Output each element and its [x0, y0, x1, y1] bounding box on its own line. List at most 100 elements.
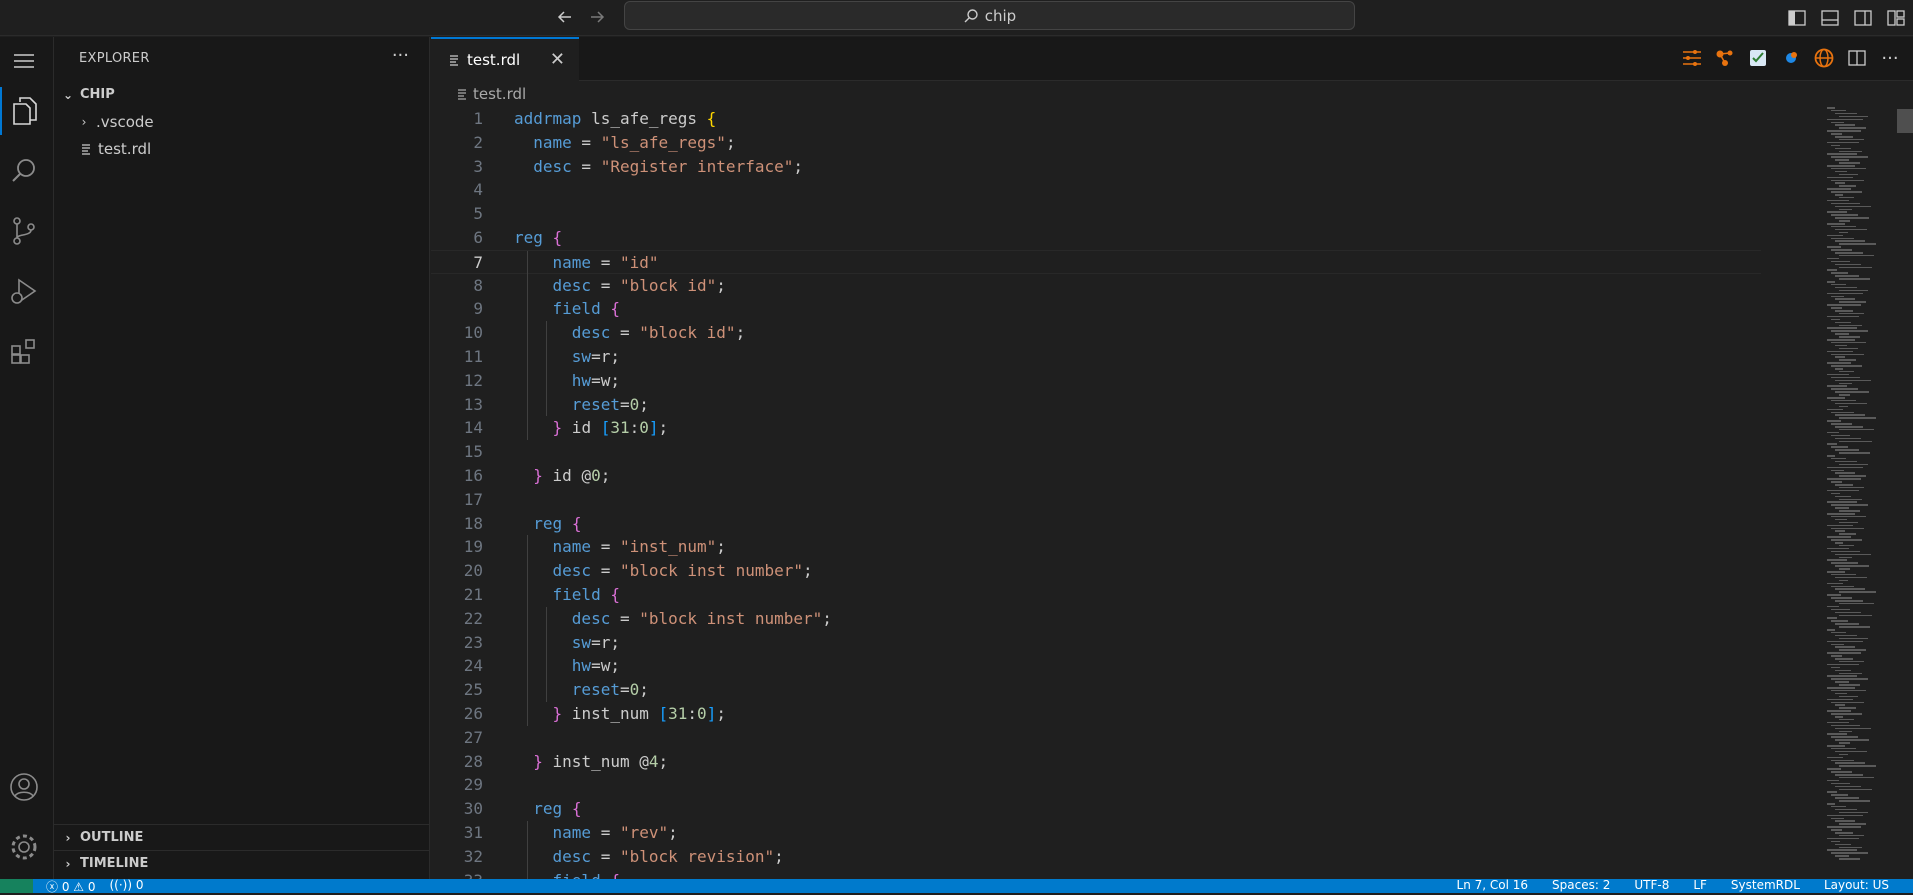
- checklist-icon[interactable]: [1745, 45, 1771, 71]
- close-tab-icon[interactable]: ✕: [550, 49, 565, 70]
- code-line[interactable]: 1 addrmap ls_afe_regs {: [431, 107, 1761, 131]
- indentation[interactable]: Spaces: 2: [1552, 878, 1610, 892]
- line-number: 28: [463, 751, 483, 771]
- code-line[interactable]: 8 desc = "block id";: [431, 273, 1761, 298]
- accounts-icon[interactable]: [0, 763, 48, 811]
- line-number: 15: [463, 442, 483, 462]
- code-line[interactable]: 19 name = "inst_num";: [431, 535, 1761, 560]
- toggle-secondary-sidebar-icon[interactable]: [1849, 4, 1876, 31]
- remote-indicator-icon[interactable]: [0, 879, 33, 893]
- more-editor-actions-icon[interactable]: ···: [1877, 45, 1903, 71]
- code-text: desc = "block inst number";: [552, 561, 813, 581]
- timeline-section[interactable]: › TIMELINE: [54, 850, 430, 876]
- code-line[interactable]: 30 reg {: [431, 797, 1761, 821]
- split-editor-icon[interactable]: [1844, 45, 1870, 71]
- command-center-search[interactable]: chip: [624, 1, 1355, 30]
- minimap-line: [1835, 600, 1863, 602]
- language-mode[interactable]: SystemRDL: [1731, 878, 1800, 892]
- tab-test-rdl[interactable]: test.rdl ✕: [431, 37, 579, 81]
- code-text: desc = "block revision";: [552, 846, 784, 866]
- code-line[interactable]: 23 sw=r;: [431, 630, 1761, 655]
- minimap-line: [1831, 341, 1866, 344]
- more-actions-icon[interactable]: ···: [392, 45, 409, 66]
- extensions-icon[interactable]: [0, 327, 48, 375]
- code-line[interactable]: 29: [431, 773, 1761, 797]
- ports-count: 0: [135, 878, 144, 892]
- code-line[interactable]: 3 desc = "Register interface";: [431, 155, 1761, 179]
- minimap-line: [1831, 202, 1860, 205]
- code-line[interactable]: 12 hw=w;: [431, 368, 1761, 393]
- globe-icon[interactable]: [1811, 45, 1837, 71]
- code-text: desc = "block id";: [552, 275, 726, 295]
- explorer-icon[interactable]: [0, 87, 48, 135]
- minimap-line: [1839, 695, 1858, 698]
- code-line[interactable]: 17: [431, 488, 1761, 512]
- code-line[interactable]: 32 desc = "block revision";: [431, 844, 1761, 869]
- minimap-line: [1827, 118, 1863, 121]
- source-control-icon[interactable]: [0, 207, 48, 255]
- code-editor[interactable]: 1 addrmap ls_afe_regs {2 name = "ls_afe_r…: [431, 107, 1761, 879]
- code-line[interactable]: 20 desc = "block inst number";: [431, 559, 1761, 583]
- code-line[interactable]: 18 reg {: [431, 512, 1761, 536]
- end-of-line[interactable]: LF: [1693, 878, 1707, 892]
- minimap-line: [1827, 826, 1861, 828]
- code-line[interactable]: 22 desc = "block inst number";: [431, 606, 1761, 631]
- code-line[interactable]: 21 field {: [431, 582, 1761, 607]
- minimap-line: [1839, 649, 1866, 651]
- search-text: chip: [984, 6, 1017, 25]
- code-line[interactable]: 15: [431, 440, 1761, 464]
- tree-item-vscode[interactable]: › .vscode: [54, 108, 430, 135]
- back-arrow-icon[interactable]: [552, 4, 578, 30]
- encoding[interactable]: UTF-8: [1634, 878, 1669, 892]
- code-line[interactable]: 28 } inst_num @4;: [431, 750, 1761, 774]
- diagram-icon[interactable]: [1712, 45, 1738, 71]
- minimap[interactable]: [1825, 107, 1885, 879]
- code-line[interactable]: 26 } inst_num [31:0];: [431, 701, 1761, 726]
- problems-status[interactable]: ⓧ 0 ⚠ 0: [46, 878, 96, 895]
- code-line[interactable]: 13 reset=0;: [431, 392, 1761, 417]
- code-line[interactable]: 11 sw=r;: [431, 344, 1761, 369]
- code-line[interactable]: 25 reset=0;: [431, 678, 1761, 702]
- code-line[interactable]: 24 hw=w;: [431, 654, 1761, 679]
- minimap-line: [1831, 388, 1858, 390]
- menu-icon[interactable]: [0, 37, 48, 85]
- line-number: 8: [473, 275, 483, 295]
- explorer-title: EXPLORER: [79, 51, 150, 66]
- settings-gear-icon[interactable]: [0, 823, 48, 871]
- customize-layout-icon[interactable]: [1882, 4, 1909, 31]
- code-line[interactable]: 2 name = "ls_afe_regs";: [431, 131, 1761, 155]
- search-activity-icon[interactable]: [0, 147, 48, 195]
- folder-chip[interactable]: ⌄ CHIP: [54, 81, 430, 108]
- code-line[interactable]: 5: [431, 202, 1761, 226]
- code-line[interactable]: 31 name = "rev";: [431, 820, 1761, 845]
- code-line[interactable]: 6 reg {: [431, 226, 1761, 250]
- minimap-line: [1831, 191, 1862, 193]
- minimap-line: [1839, 173, 1858, 176]
- line-number: 2: [473, 132, 483, 152]
- line-number: 14: [463, 418, 483, 438]
- outline-section[interactable]: › OUTLINE: [54, 824, 430, 850]
- code-line[interactable]: 9 field {: [431, 297, 1761, 322]
- tree-item-test-rdl[interactable]: test.rdl: [54, 135, 430, 162]
- settings-sliders-icon[interactable]: [1679, 45, 1705, 71]
- code-line[interactable]: 10 desc = "block id";: [431, 321, 1761, 345]
- vertical-scrollbar[interactable]: [1897, 109, 1913, 133]
- toggle-primary-sidebar-icon[interactable]: [1783, 4, 1810, 31]
- ports-status[interactable]: ((·)) 0: [110, 878, 144, 895]
- code-line[interactable]: 7 name = "id": [431, 249, 1761, 275]
- toggle-panel-icon[interactable]: [1816, 4, 1843, 31]
- minimap-line: [1831, 399, 1856, 402]
- code-line[interactable]: 4: [431, 178, 1761, 202]
- forward-arrow-icon[interactable]: [584, 4, 610, 30]
- run-debug-icon[interactable]: [0, 267, 48, 315]
- code-text: desc = "block inst number";: [571, 608, 832, 628]
- breadcrumb[interactable]: test.rdl: [457, 85, 526, 103]
- keyboard-layout[interactable]: Layout: US: [1824, 878, 1889, 892]
- code-line[interactable]: 14 } id [31:0];: [431, 416, 1761, 441]
- cursor-position[interactable]: Ln 7, Col 16: [1457, 878, 1529, 892]
- minimap-line: [1831, 643, 1844, 645]
- extension-action-icon[interactable]: [1778, 45, 1804, 71]
- minimap-line: [1835, 750, 1867, 753]
- code-line[interactable]: 16 } id @0;: [431, 464, 1761, 488]
- code-line[interactable]: 27: [431, 726, 1761, 750]
